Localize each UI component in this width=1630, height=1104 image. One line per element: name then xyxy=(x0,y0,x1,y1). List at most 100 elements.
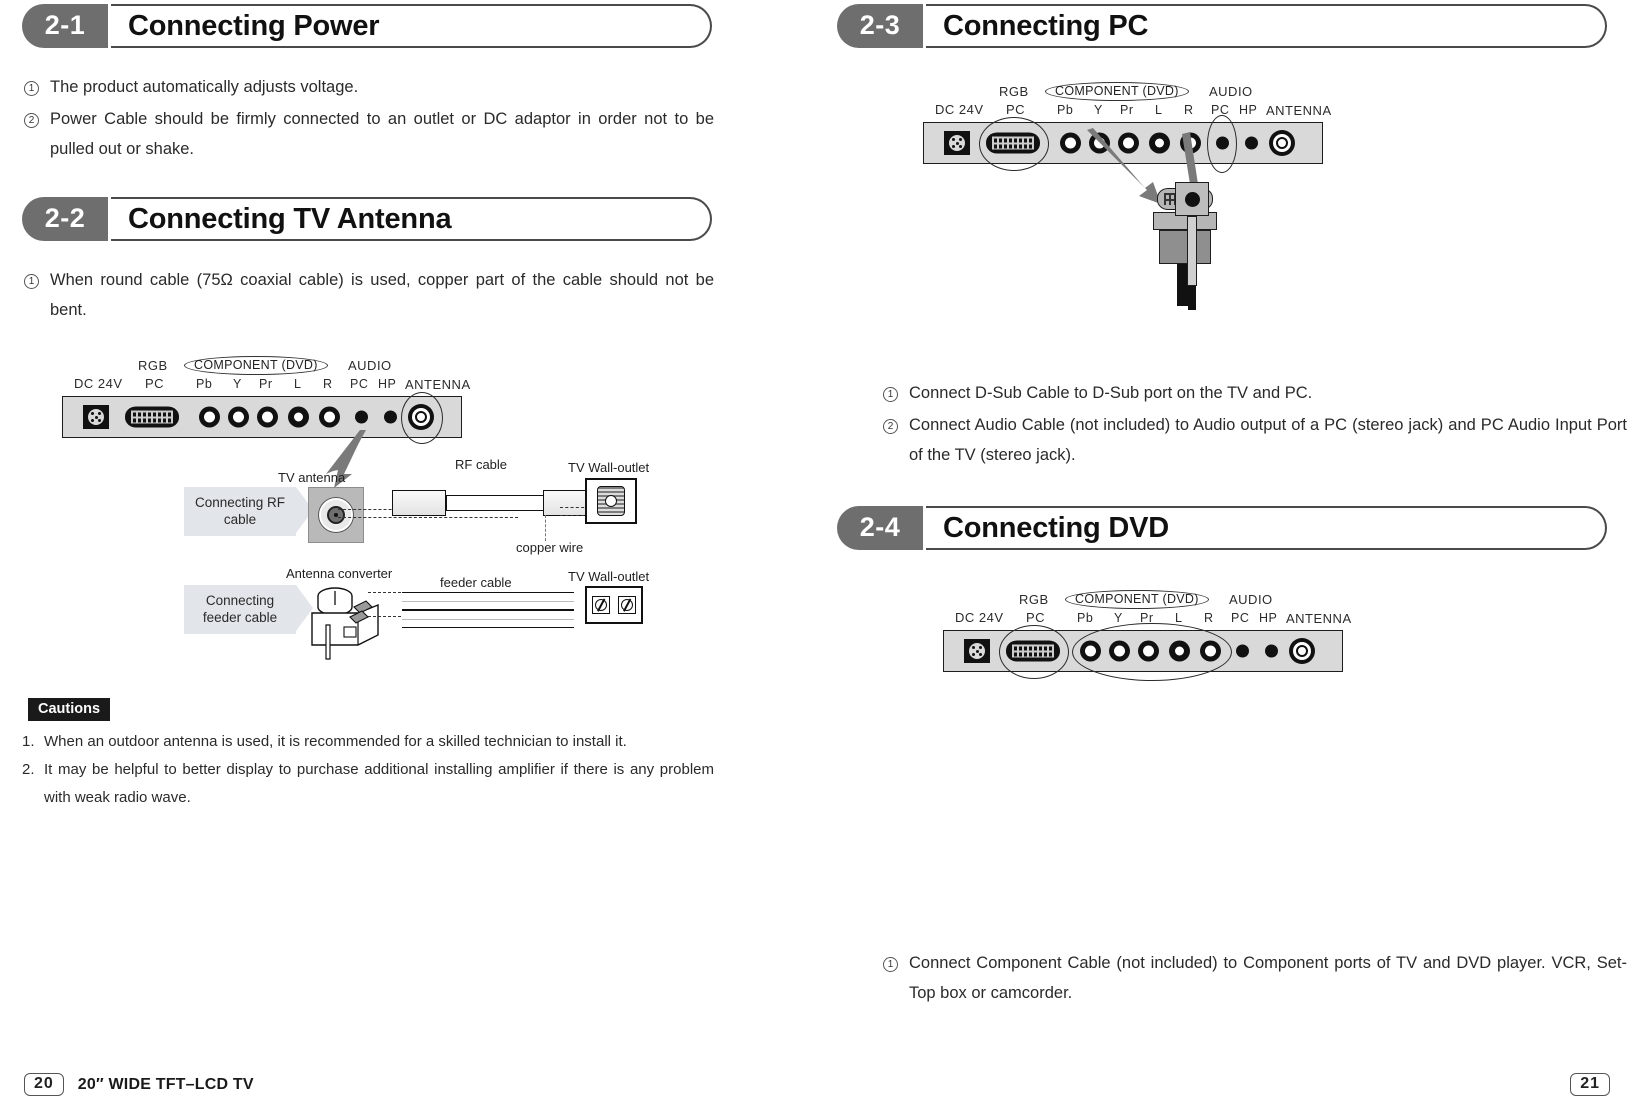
tag-connecting-rf-cable: Connecting RF cable xyxy=(184,487,313,536)
section-body-2-3: 1 Connect D-Sub Cable to D-Sub port on t… xyxy=(883,378,1627,471)
antenna-jack xyxy=(1269,130,1295,156)
section-number-2-3: 2-3 xyxy=(837,4,923,48)
panel-label-rgb-pc: PC xyxy=(1006,102,1026,117)
caption-tv-antenna: TV antenna xyxy=(278,470,346,485)
circled-number-1: 1 xyxy=(24,274,39,289)
audio-hp-minijack xyxy=(384,410,397,424)
dsub-plug-body xyxy=(1159,230,1211,264)
panel-label-y: Y xyxy=(1094,103,1103,117)
caution-number: 1. xyxy=(22,733,35,750)
panel-label-pb: Pb xyxy=(1077,611,1094,625)
left-page: 2-1 Connecting Power 1 The product autom… xyxy=(0,0,815,1104)
dc-power-jack xyxy=(964,639,990,663)
rf-connector-right xyxy=(543,490,591,516)
right-page: 2-3 Connecting PC DC 24V RGB PC COMPONEN… xyxy=(815,0,1630,1104)
section-header-2-1: 2-1 Connecting Power xyxy=(22,4,712,48)
dc-power-jack xyxy=(944,131,970,155)
panel-label-r: R xyxy=(1184,103,1194,117)
caution-text: It may be helpful to better display to p… xyxy=(44,761,714,806)
panel-label-dc: DC 24V xyxy=(955,610,1004,625)
rgb-pc-dsub-port xyxy=(986,132,1040,154)
feeder-terminal-left xyxy=(592,596,610,614)
panel-label-l: L xyxy=(1175,611,1183,625)
section-body-2-4: 1 Connect Component Cable (not included)… xyxy=(883,948,1627,1009)
panel-label-component: COMPONENT (DVD) xyxy=(1045,82,1189,101)
list-item-text: Connect Audio Cable (not included) to Au… xyxy=(909,416,1627,464)
panel-label-l: L xyxy=(1155,103,1163,117)
section-body-2-2: 1 When round cable (75Ω coaxial cable) i… xyxy=(24,265,714,326)
panel-label-antenna: ANTENNA xyxy=(1266,103,1332,118)
panel-label-rgb-pc: PC xyxy=(145,376,165,391)
antenna-converter-illustration xyxy=(311,587,379,660)
caption-feeder-cable: feeder cable xyxy=(440,575,512,590)
component-y-jack xyxy=(228,406,249,428)
panel-label-rgb-pc: PC xyxy=(1026,610,1046,625)
feeder-terminal-right xyxy=(618,596,636,614)
caution-number: 2. xyxy=(22,761,35,778)
panel-body xyxy=(62,392,462,444)
list-item-text: Power Cable should be firmly connected t… xyxy=(50,110,714,158)
caution-item: 1. When an outdoor antenna is used, it i… xyxy=(22,728,714,756)
panel-label-audio-hp: HP xyxy=(378,377,397,391)
section-header-2-3: 2-3 Connecting PC xyxy=(837,4,1607,48)
audio-pc-minijack xyxy=(355,410,368,424)
component-pr-jack xyxy=(257,406,278,428)
panel-body xyxy=(943,623,1343,681)
tag-connecting-feeder-cable: Connecting feeder cable xyxy=(184,585,313,634)
component-y-jack xyxy=(1109,640,1130,662)
caution-item: 2. It may be helpful to better display t… xyxy=(22,756,714,812)
panel-label-antenna: ANTENNA xyxy=(1286,611,1352,626)
footer-product-label: 20″ WIDE TFT–LCD TV xyxy=(77,1075,254,1093)
circled-number-1: 1 xyxy=(24,81,39,96)
rgb-pc-dsub-port xyxy=(1006,640,1060,662)
audio-r-jack xyxy=(1200,640,1221,662)
circled-number-2: 2 xyxy=(883,419,898,434)
panel-label-audio: AUDIO xyxy=(348,358,392,373)
tv-rear-panel-diagram-dvd: DC 24V RGB PC COMPONENT (DVD) Pb Y Pr L … xyxy=(943,586,1351,681)
caption-antenna-converter: Antenna converter xyxy=(286,566,393,581)
caption-rf-cable: RF cable xyxy=(455,457,508,472)
page-number-right: 21 xyxy=(1570,1073,1610,1096)
antenna-jack xyxy=(1289,638,1315,664)
panel-label-dc: DC 24V xyxy=(74,376,123,391)
section-title-2-3: Connecting PC xyxy=(943,9,1149,42)
audio-hp-minijack xyxy=(1265,644,1278,658)
tv-wall-outlet-feeder xyxy=(585,586,643,624)
panel-label-pb: Pb xyxy=(1057,103,1074,117)
feeder-cable-body xyxy=(402,592,574,610)
panel-label-audio: AUDIO xyxy=(1209,84,1253,99)
section-header-2-2: 2-2 Connecting TV Antenna xyxy=(22,197,712,241)
audio-l-jack xyxy=(1169,640,1190,662)
component-pb-jack xyxy=(1080,640,1101,662)
audio-hp-minijack xyxy=(1245,136,1258,150)
tv-antenna-jack-illustration xyxy=(308,487,364,543)
audio-l-jack xyxy=(288,406,309,428)
panel-label-audio-pc: PC xyxy=(1211,103,1230,117)
panel-label-pr: Pr xyxy=(1140,611,1154,625)
component-pb-jack xyxy=(1060,132,1081,154)
section-header-2-4: 2-4 Connecting DVD xyxy=(837,506,1607,550)
cautions-list: 1. When an outdoor antenna is used, it i… xyxy=(22,728,714,812)
section-title-2-2: Connecting TV Antenna xyxy=(128,202,452,235)
circled-number-1: 1 xyxy=(883,957,898,972)
section-number-2-4: 2-4 xyxy=(837,506,923,550)
panel-label-audio-hp: HP xyxy=(1259,611,1278,625)
panel-label-rgb: RGB xyxy=(138,358,168,373)
antenna-jack xyxy=(408,404,434,430)
section-title-2-1: Connecting Power xyxy=(128,9,380,42)
panel-label-l: L xyxy=(294,377,302,391)
list-item: 1 Connect Component Cable (not included)… xyxy=(883,948,1627,1008)
list-item: 2 Connect Audio Cable (not included) to … xyxy=(883,410,1627,470)
circled-number-1: 1 xyxy=(883,387,898,402)
panel-label-audio-pc: PC xyxy=(350,377,369,391)
section-title-2-4: Connecting DVD xyxy=(943,511,1169,544)
list-item-text: When round cable (75Ω coaxial cable) is … xyxy=(50,271,714,319)
footer-left: 20 20″ WIDE TFT–LCD TV xyxy=(24,1073,254,1096)
rf-cable-body xyxy=(446,495,548,511)
panel-label-audio-pc: PC xyxy=(1231,611,1250,625)
panel-label-audio-hp: HP xyxy=(1239,103,1258,117)
panel-label-component: COMPONENT (DVD) xyxy=(184,356,328,375)
panel-label-pr: Pr xyxy=(259,377,273,391)
list-item-text: The product automatically adjusts voltag… xyxy=(50,78,359,96)
panel-label-audio: AUDIO xyxy=(1229,592,1273,607)
